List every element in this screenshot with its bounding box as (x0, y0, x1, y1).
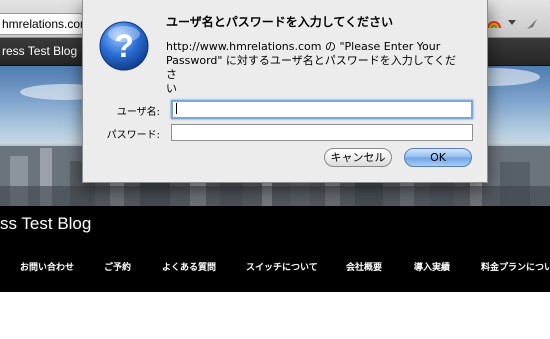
question-icon: ? (99, 21, 149, 71)
address-bar-text: hmrelations.com (2, 17, 84, 31)
dialog-message: http://www.hmrelations.com の "Please Ent… (166, 40, 466, 96)
nav-item-pricing[interactable]: 料金プランについ (481, 260, 550, 273)
text-caret (176, 103, 177, 114)
auth-dialog: ? ユーザ名とパスワードを入力してください http://www.hmrelat… (82, 0, 488, 183)
tab-title[interactable]: ress Test Blog (2, 44, 77, 58)
address-bar[interactable]: hmrelations.com (0, 13, 84, 35)
dialog-message-line: い (166, 82, 177, 95)
password-label: パスワード: (106, 130, 160, 141)
dialog-title: ユーザ名とパスワードを入力してください (166, 15, 394, 29)
password-field[interactable] (171, 124, 473, 141)
site-header: ss Test Blog お問い合わせ ご予約 よくある質問 スイッチについて … (0, 206, 550, 292)
dialog-message-line: http://www.hmrelations.com の "Please Ent… (166, 40, 441, 53)
rainbow-addon-icon[interactable] (486, 16, 502, 32)
dialog-message-line: Password" に対するユーザ名とパスワードを入力してくださ (166, 54, 457, 81)
nav-item-switch[interactable]: スイッチについて (246, 260, 318, 273)
site-nav: お問い合わせ ご予約 よくある質問 スイッチについて 会社概要 導入実績 料金プ… (0, 260, 550, 280)
toolbar-right-controls (486, 14, 550, 34)
site-title[interactable]: ss Test Blog (0, 214, 91, 234)
cancel-button[interactable]: キャンセル (324, 148, 392, 167)
ok-button[interactable]: OK (404, 148, 472, 167)
nav-item-company[interactable]: 会社概要 (346, 260, 382, 273)
nav-item-results[interactable]: 導入実績 (414, 260, 450, 273)
feed-icon[interactable] (524, 16, 540, 32)
svg-text:?: ? (114, 28, 134, 64)
nav-item-reservation[interactable]: ご予約 (104, 260, 131, 273)
nav-item-faq[interactable]: よくある質問 (162, 260, 216, 273)
username-field[interactable] (171, 100, 473, 119)
username-label: ユーザ名: (116, 107, 160, 118)
nav-item-contact[interactable]: お問い合わせ (20, 260, 74, 273)
chevron-down-icon[interactable] (508, 20, 516, 25)
